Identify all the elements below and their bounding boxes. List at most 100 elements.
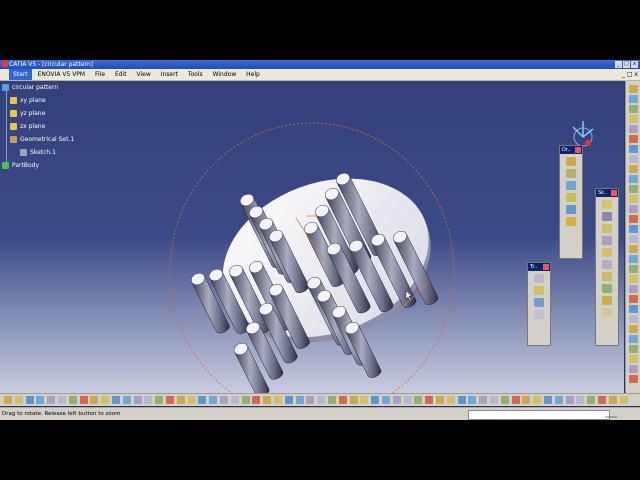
toolbar-button-icon[interactable] (629, 125, 638, 133)
groove-icon[interactable] (602, 236, 612, 245)
toolbar-button-icon[interactable] (500, 396, 509, 404)
toolbar-button-icon[interactable] (554, 396, 563, 404)
toolbar-button-icon[interactable] (490, 396, 498, 404)
toolbar-button-icon[interactable] (629, 185, 638, 193)
toolbar-button-icon[interactable] (629, 235, 638, 243)
toolbar-button-icon[interactable] (274, 396, 282, 404)
command-input[interactable] (468, 410, 610, 420)
toolbar-button-icon[interactable] (629, 205, 638, 213)
fillet-icon[interactable] (566, 157, 576, 166)
toolbar-button-icon[interactable] (295, 396, 304, 404)
pattern-icon[interactable] (534, 298, 544, 307)
shaft-icon[interactable] (602, 224, 612, 233)
toolbar-button-icon[interactable] (522, 396, 531, 404)
toolbar-button-icon[interactable] (284, 396, 293, 404)
tree-sketch[interactable]: Sketch.1 (20, 149, 56, 156)
toolbar-button-icon[interactable] (25, 396, 34, 404)
part-model[interactable] (0, 81, 624, 393)
toolbar-button-icon[interactable] (47, 396, 56, 404)
toolbar-button-icon[interactable] (187, 396, 196, 404)
toolbar-button-icon[interactable] (629, 175, 638, 183)
translation-icon[interactable] (534, 274, 544, 283)
toolbar-button-icon[interactable] (576, 396, 585, 404)
toolbar-button-icon[interactable] (565, 396, 574, 404)
toolbar-button-icon[interactable] (133, 396, 142, 404)
toolbar-button-icon[interactable] (392, 396, 401, 404)
toolbar-button-icon[interactable] (629, 85, 638, 93)
toolbar-button-icon[interactable] (155, 396, 164, 404)
toolbar-button-icon[interactable] (468, 396, 477, 404)
toolbar-button-icon[interactable] (629, 245, 638, 253)
minimize-icon[interactable]: _ (615, 61, 622, 68)
tree-yz-plane[interactable]: yz plane (10, 110, 45, 117)
thickness-icon[interactable] (566, 205, 576, 214)
tree-zx-plane[interactable]: zx plane (10, 123, 45, 130)
toolbar-button-icon[interactable] (209, 396, 218, 404)
rib-icon[interactable] (602, 260, 612, 269)
toolbar-button-icon[interactable] (144, 396, 153, 404)
toolbar-button-icon[interactable] (4, 396, 12, 404)
scaling-icon[interactable] (534, 310, 544, 319)
close-icon[interactable] (611, 190, 617, 196)
tree-geometrical-set[interactable]: Geometrical Set.1 (10, 136, 74, 143)
toolbar-button-icon[interactable] (629, 195, 638, 203)
toolbar-button-icon[interactable] (629, 345, 638, 353)
menu-start[interactable]: Start (9, 69, 32, 80)
toolbar-button-icon[interactable] (317, 396, 326, 404)
toolbar-button-icon[interactable] (629, 135, 638, 143)
toolbar-button-icon[interactable] (629, 295, 638, 303)
remove-loft-icon[interactable] (602, 308, 612, 317)
mirror-icon[interactable] (534, 286, 544, 295)
toolbar-button-icon[interactable] (629, 365, 638, 373)
toolbar-button-icon[interactable] (263, 396, 272, 404)
toolbar-button-icon[interactable] (629, 105, 638, 113)
close-icon[interactable] (543, 264, 549, 270)
toolbar-button-icon[interactable] (598, 396, 606, 404)
tree-partbody[interactable]: PartBody (2, 162, 39, 169)
toolbar-button-icon[interactable] (629, 275, 638, 283)
toolbar-button-icon[interactable] (629, 325, 638, 333)
tree-xy-plane[interactable]: xy plane (10, 97, 46, 104)
toolbar-button-icon[interactable] (629, 315, 638, 323)
3d-viewport[interactable]: circular pattern xy plane yz plane zx pl… (0, 81, 624, 393)
toolbar-button-icon[interactable] (629, 335, 638, 343)
toolbar-button-icon[interactable] (608, 396, 617, 404)
toolbar-button-icon[interactable] (436, 396, 444, 404)
stiffener-icon[interactable] (602, 284, 612, 293)
toolbar-button-icon[interactable] (403, 396, 412, 404)
toolbar-button-icon[interactable] (90, 396, 99, 404)
slot-icon[interactable] (602, 272, 612, 281)
toolbar-button-icon[interactable] (230, 396, 239, 404)
toolbar-button-icon[interactable] (629, 165, 638, 173)
toolbar-button-icon[interactable] (112, 396, 120, 404)
toolbar-button-icon[interactable] (446, 396, 455, 404)
toolbar-button-icon[interactable] (14, 396, 23, 404)
thread-icon[interactable] (566, 217, 576, 226)
toolbar-button-icon[interactable] (629, 115, 638, 123)
toolbar-button-icon[interactable] (533, 396, 542, 404)
toolbar-button-icon[interactable] (338, 396, 347, 404)
menu-insert[interactable]: Insert (157, 69, 182, 80)
toolbar-button-icon[interactable] (198, 396, 207, 404)
menu-tools[interactable]: Tools (184, 69, 207, 80)
toolbar-button-icon[interactable] (68, 396, 77, 404)
toolbar-button-icon[interactable] (544, 396, 552, 404)
toolbar-button-icon[interactable] (587, 396, 596, 404)
toolbar-button-icon[interactable] (349, 396, 358, 404)
toolbar-button-icon[interactable] (629, 155, 638, 163)
toolbar-button-icon[interactable] (58, 396, 66, 404)
toolbar-button-icon[interactable] (629, 305, 638, 313)
toolbar-button-icon[interactable] (101, 396, 110, 404)
toolbar-button-icon[interactable] (176, 396, 185, 404)
toolbar-button-icon[interactable] (619, 396, 628, 404)
toolbar-button-icon[interactable] (166, 396, 174, 404)
toolbar-button-icon[interactable] (122, 396, 131, 404)
toolbar-button-icon[interactable] (629, 265, 638, 273)
toolbar-button-icon[interactable] (629, 215, 638, 223)
toolbar-button-icon[interactable] (382, 396, 390, 404)
toolbar-button-icon[interactable] (252, 396, 261, 404)
hole-icon[interactable] (602, 248, 612, 257)
toolbar-button-icon[interactable] (306, 396, 315, 404)
menu-edit[interactable]: Edit (111, 69, 131, 80)
menu-view[interactable]: View (133, 69, 155, 80)
